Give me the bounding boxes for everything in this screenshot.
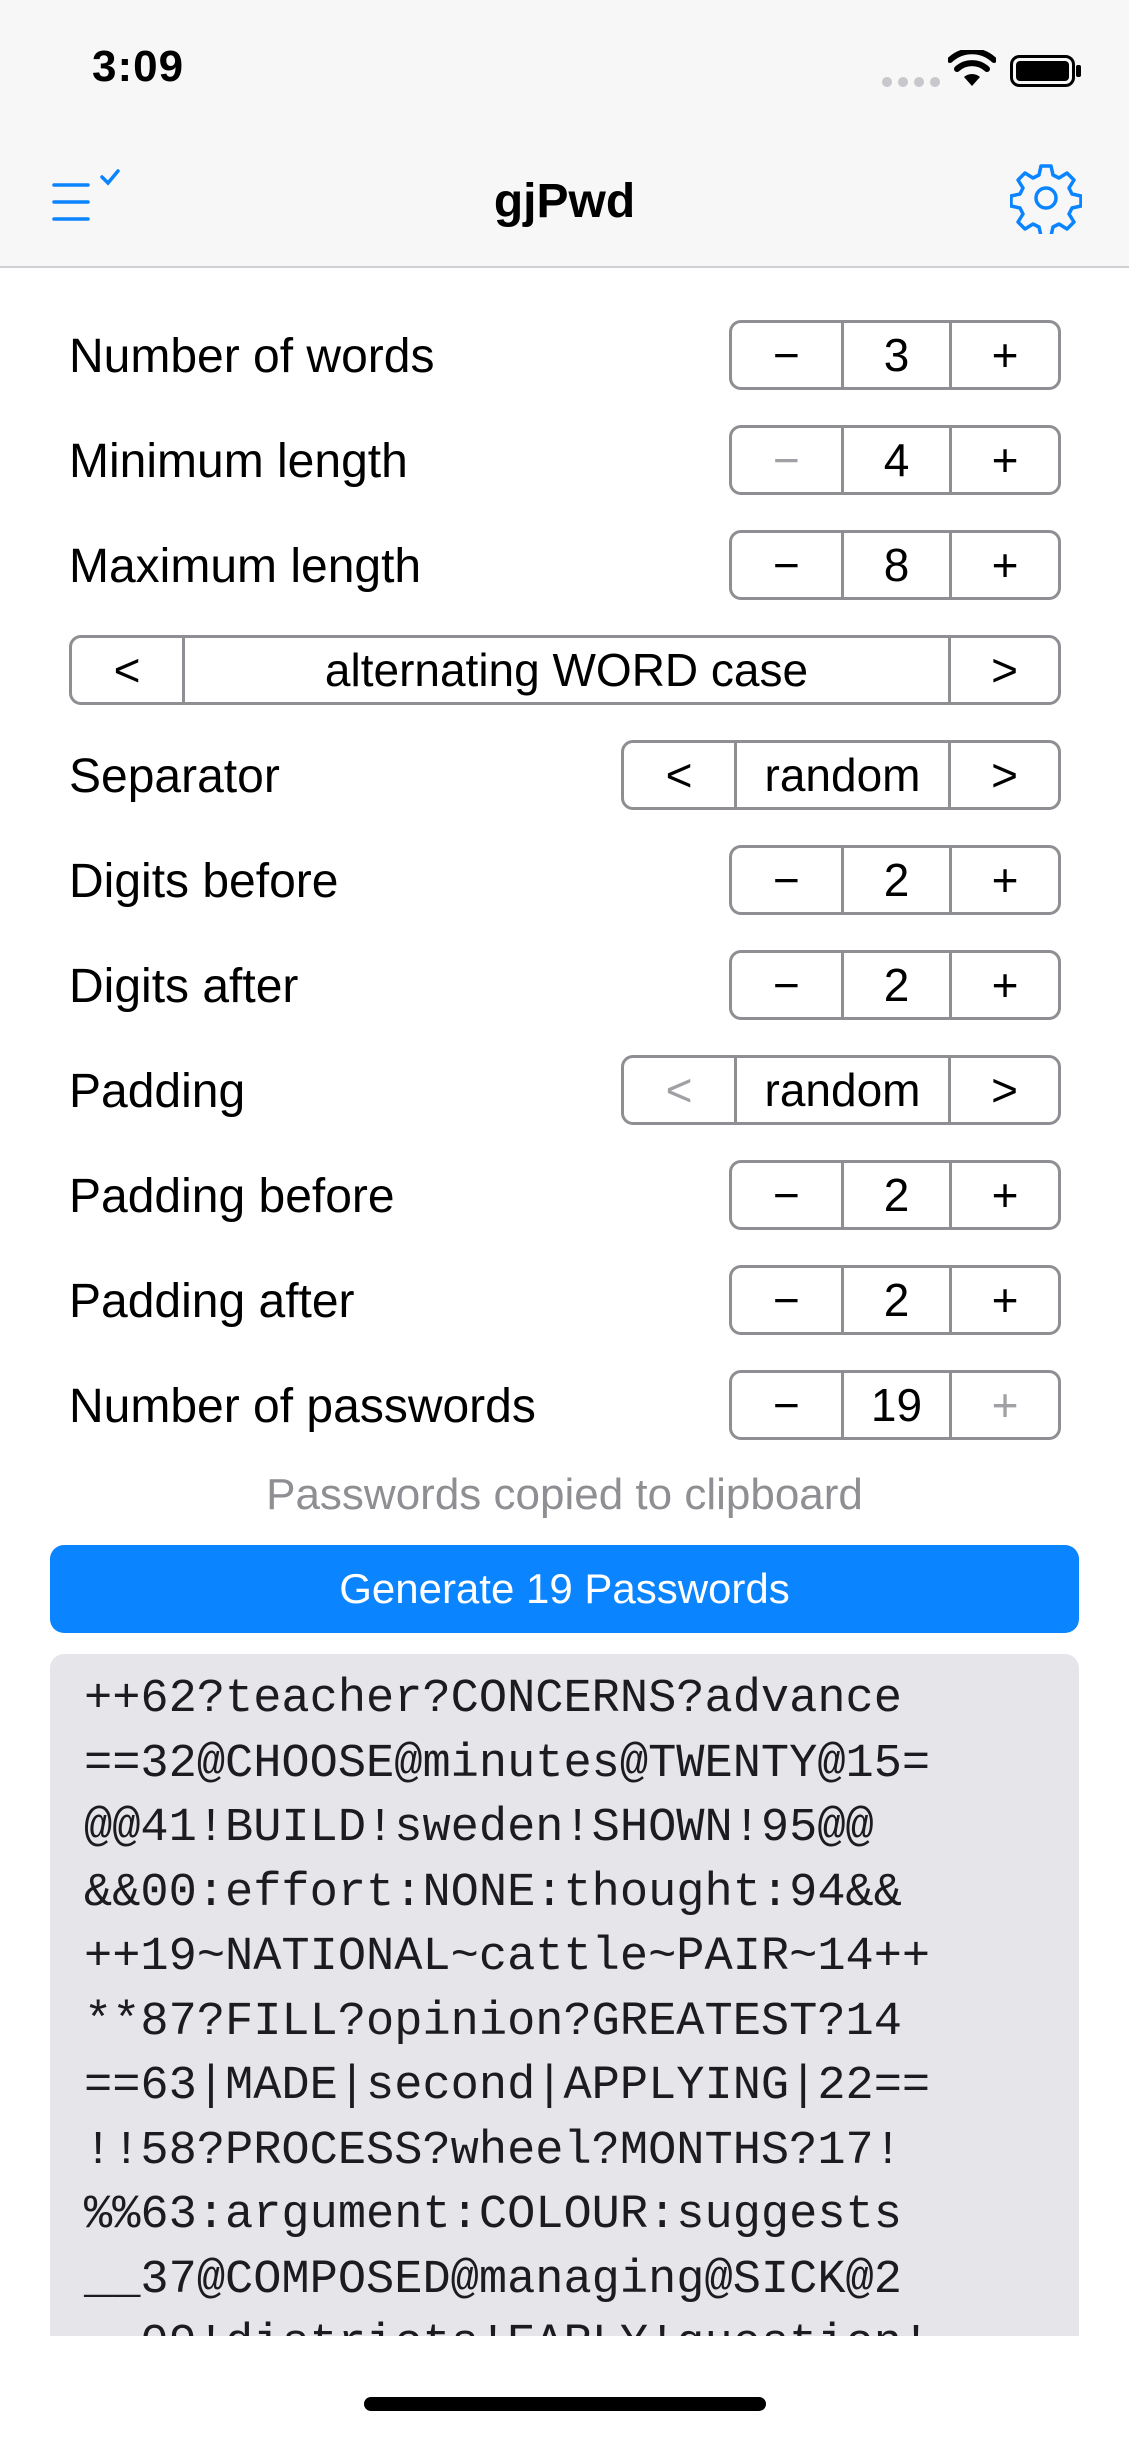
setting-label-maximum-length: Maximum length <box>69 540 422 593</box>
setting-row-digits-after: Digits after −2 + <box>0 950 1129 1024</box>
password-line: **87?FILL?opinion?GREATEST?14 <box>84 1995 902 2049</box>
setting-row-digits-before: Digits before −2 + <box>0 845 1129 919</box>
password-line: __37@COMPOSED@managing@SICK@2 <box>84 2253 902 2307</box>
padding-before-stepper: −2 + <box>729 1160 1061 1230</box>
setting-row-maximum-length: Maximum length −8 + <box>0 530 1129 604</box>
padding-after-value: 2 <box>840 1268 949 1332</box>
separator-next-option-button[interactable]: > <box>948 743 1058 807</box>
maximum-length-increment-button[interactable]: + <box>949 533 1058 597</box>
number-of-words-decrement-button[interactable]: − <box>732 323 841 387</box>
password-line: __09!districts!EARLY!question! <box>84 2313 930 2336</box>
setting-row-number-of-words: Number of words −3 + <box>0 320 1129 394</box>
setting-label-number-of-passwords: Number of passwords <box>69 1380 536 1433</box>
password-line: ++19~NATIONAL~cattle~PAIR~14++ <box>84 1931 931 1984</box>
setting-label-number-of-words: Number of words <box>69 330 435 383</box>
word-case-value: alternating WORD case <box>182 638 948 702</box>
padding-before-increment-button[interactable]: + <box>949 1163 1058 1227</box>
number-of-passwords-stepper: −19 + <box>729 1370 1061 1440</box>
setting-row-padding: Padding < random > <box>0 1055 1129 1129</box>
padding-after-increment-button[interactable]: + <box>949 1268 1058 1332</box>
password-line: !!58?PROCESS?wheel?MONTHS?17! <box>84 2124 902 2178</box>
cellular-signal-icon <box>882 74 946 92</box>
status-bar: 3:09 <box>0 0 1129 130</box>
password-line: ==63|MADE|second|APPLYING|22== <box>84 2060 931 2113</box>
padding-after-stepper: −2 + <box>729 1265 1061 1335</box>
password-list: ++62?teacher?CONCERNS?advance ==32@CHOOSE… <box>84 1668 930 2336</box>
separator-previous-option-button[interactable]: < <box>624 743 734 807</box>
setting-label-digits-before: Digits before <box>69 855 339 908</box>
setting-row-word-case: < alternating WORD case > <box>0 635 1129 709</box>
digits-before-increment-button[interactable]: + <box>949 848 1058 912</box>
number-of-words-stepper: −3 + <box>729 320 1061 390</box>
digits-after-increment-button[interactable]: + <box>949 953 1058 1017</box>
minimum-length-value: 4 <box>840 428 949 492</box>
setting-label-digits-after: Digits after <box>69 960 299 1013</box>
navigation-bar: gjPwd <box>0 130 1129 268</box>
number-of-passwords-decrement-button[interactable]: − <box>732 1373 841 1437</box>
password-line: ==32@CHOOSE@minutes@TWENTY@15= <box>84 1737 931 1791</box>
minimum-length-decrement-button[interactable]: − <box>732 428 841 492</box>
padding-after-decrement-button[interactable]: − <box>732 1268 841 1332</box>
padding-stepper: < random > <box>621 1055 1061 1125</box>
minimum-length-stepper: −4 + <box>729 425 1061 495</box>
digits-before-decrement-button[interactable]: − <box>732 848 841 912</box>
word-case-previous-option-button[interactable]: < <box>72 638 182 702</box>
minimum-length-increment-button[interactable]: + <box>949 428 1058 492</box>
setting-row-number-of-passwords: Number of passwords −19 + <box>0 1370 1129 1444</box>
setting-row-padding-before: Padding before −2 + <box>0 1160 1129 1234</box>
password-line: &&00:effort:NONE:thought:94&& <box>84 1866 902 1920</box>
padding-before-value: 2 <box>840 1163 949 1227</box>
number-of-passwords-increment-button[interactable]: + <box>949 1373 1058 1437</box>
digits-after-stepper: −2 + <box>729 950 1061 1020</box>
passwords-output[interactable]: ++62?teacher?CONCERNS?advance ==32@CHOOSE… <box>50 1654 1079 2336</box>
password-line: @@41!BUILD!sweden!SHOWN!95@@ <box>84 1802 874 1855</box>
digits-before-value: 2 <box>840 848 949 912</box>
digits-after-value: 2 <box>840 953 949 1017</box>
maximum-length-stepper: −8 + <box>729 530 1061 600</box>
status-time: 3:09 <box>92 42 185 91</box>
setting-label-padding: Padding <box>69 1065 246 1118</box>
maximum-length-decrement-button[interactable]: − <box>732 533 841 597</box>
setting-row-padding-after: Padding after −2 + <box>0 1265 1129 1339</box>
status-message: Passwords copied to clipboard <box>266 1470 863 1519</box>
generate-passwords-button[interactable]: Generate 19 Passwords <box>50 1545 1079 1633</box>
maximum-length-value: 8 <box>840 533 949 597</box>
padding-value: random <box>734 1058 948 1122</box>
gear-icon[interactable] <box>1010 162 1082 234</box>
wifi-icon <box>948 50 996 86</box>
padding-next-option-button[interactable]: > <box>948 1058 1058 1122</box>
word-case-next-option-button[interactable]: > <box>948 638 1058 702</box>
setting-label-separator: Separator <box>69 750 280 803</box>
separator-stepper: < random > <box>621 740 1061 810</box>
digits-before-stepper: −2 + <box>729 845 1061 915</box>
password-line: %%63:argument:COLOUR:suggests <box>84 2189 902 2242</box>
home-indicator <box>364 2397 766 2411</box>
setting-label-minimum-length: Minimum length <box>69 435 408 488</box>
setting-row-minimum-length: Minimum length −4 + <box>0 425 1129 499</box>
password-line: ++62?teacher?CONCERNS?advance <box>84 1673 902 1726</box>
padding-before-decrement-button[interactable]: − <box>732 1163 841 1227</box>
battery-icon <box>1010 55 1081 87</box>
separator-value: random <box>734 743 948 807</box>
setting-label-padding-before: Padding before <box>69 1170 395 1223</box>
digits-after-decrement-button[interactable]: − <box>732 953 841 1017</box>
number-of-words-value: 3 <box>840 323 949 387</box>
setting-row-separator: Separator < random > <box>0 740 1129 814</box>
setting-label-padding-after: Padding after <box>69 1275 355 1328</box>
number-of-passwords-value: 19 <box>840 1373 949 1437</box>
app-title: gjPwd <box>493 175 636 228</box>
word-case-stepper: < alternating WORD case > <box>69 635 1061 705</box>
padding-previous-option-button[interactable]: < <box>624 1058 734 1122</box>
number-of-words-increment-button[interactable]: + <box>949 323 1058 387</box>
